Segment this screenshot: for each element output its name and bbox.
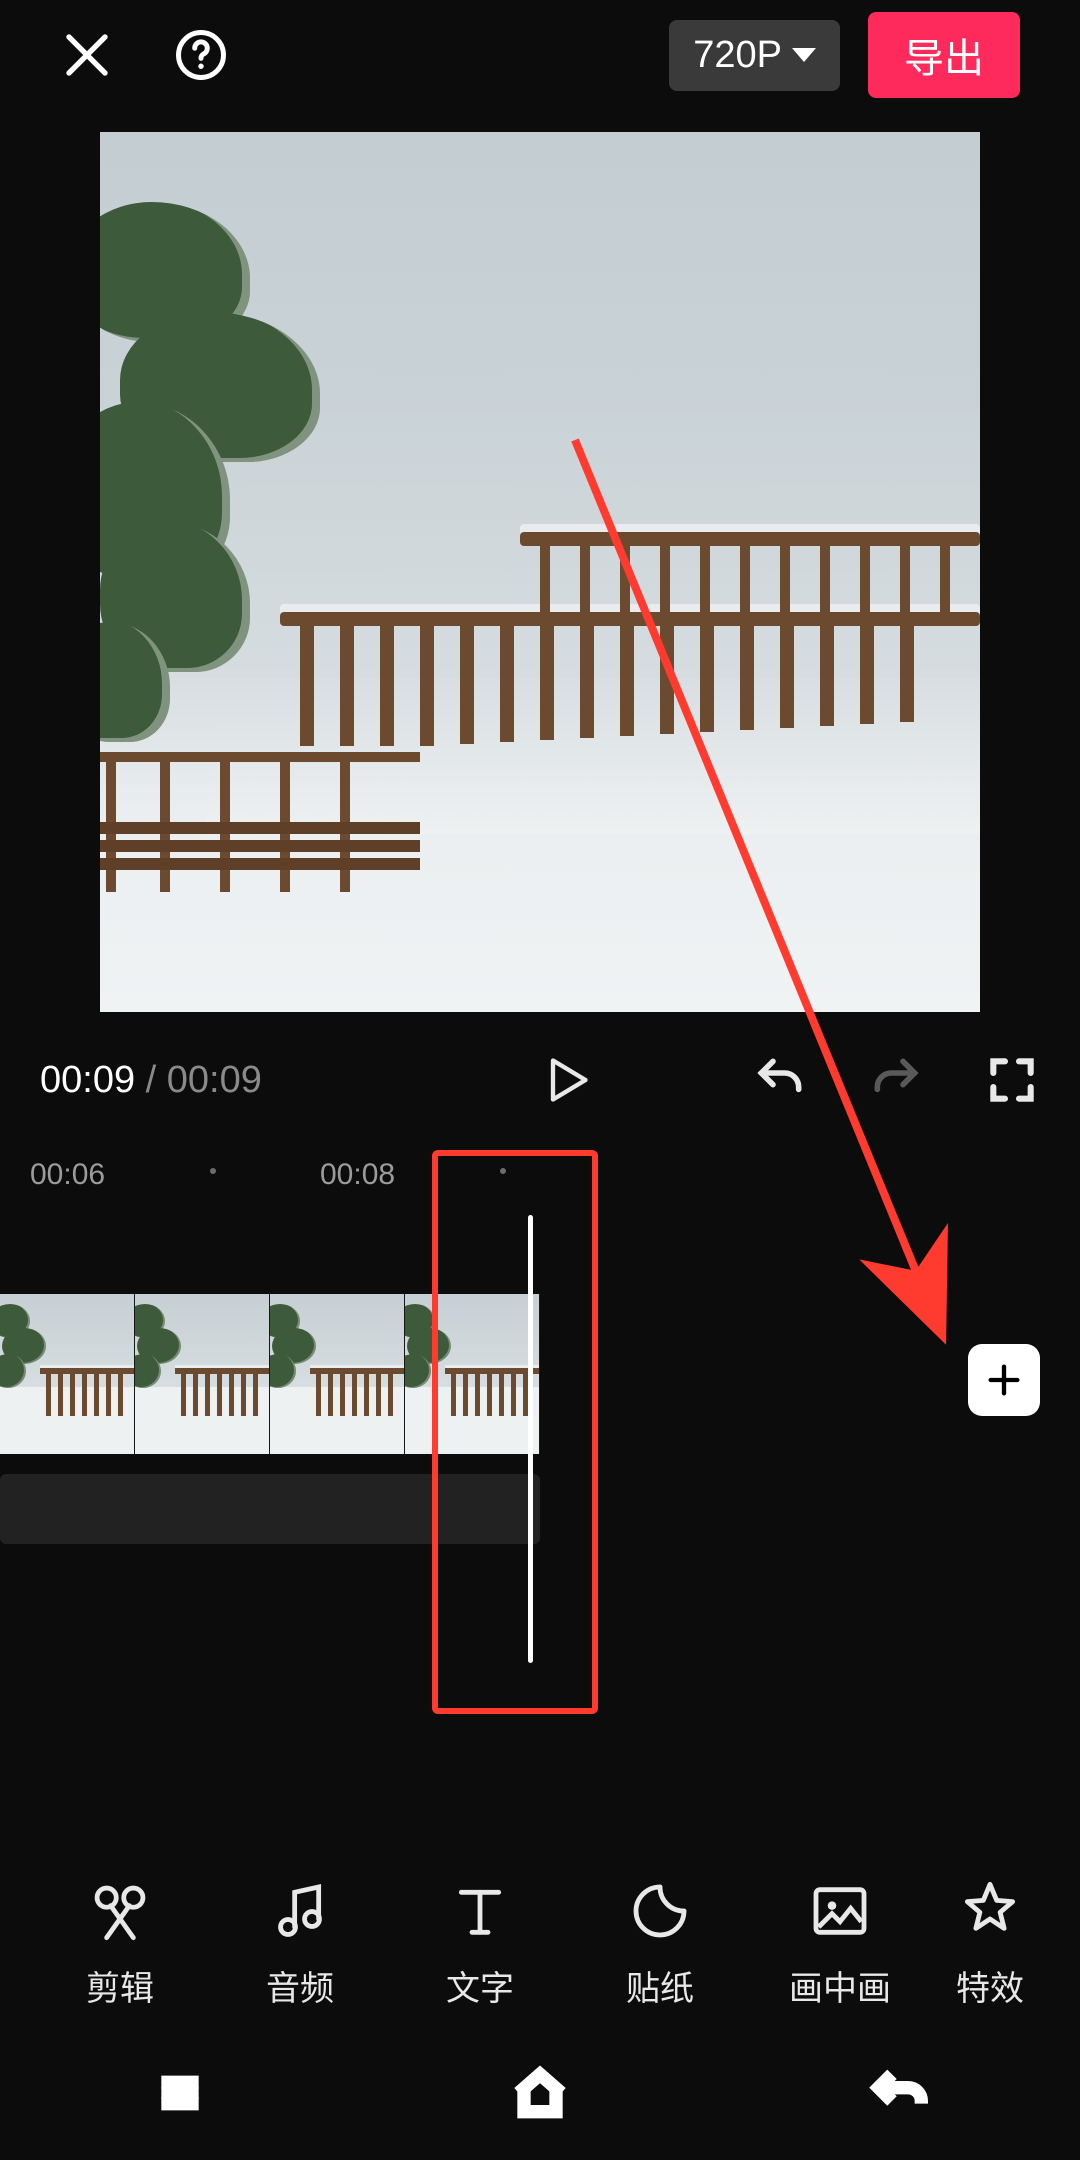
help-icon[interactable] (174, 28, 228, 82)
clip-thumb (0, 1294, 135, 1454)
video-preview[interactable] (100, 132, 980, 1012)
timeline-tracks[interactable] (0, 1224, 1080, 1604)
total-time: 00:09 (167, 1059, 262, 1101)
ruler-dot (500, 1168, 506, 1174)
preview-area (0, 132, 1080, 1012)
tool-text[interactable]: 文字 (390, 1879, 570, 2010)
tool-sticker[interactable]: 贴纸 (570, 1879, 750, 2010)
tool-label: 特效 (956, 1961, 1024, 2010)
add-clip-button[interactable] (968, 1344, 1040, 1416)
time-display: 00:09 / 00:09 (40, 1059, 262, 1102)
clip-thumb (405, 1294, 540, 1454)
close-icon[interactable] (60, 28, 114, 82)
ruler-tick: 00:06 (30, 1158, 105, 1192)
tool-pip[interactable]: 画中画 (750, 1879, 930, 2010)
ruler-dot (210, 1168, 216, 1174)
current-time: 00:09 (40, 1059, 135, 1101)
clip-thumb (135, 1294, 270, 1454)
tool-label: 剪辑 (86, 1961, 154, 2010)
tool-label: 音频 (266, 1961, 334, 2010)
resolution-label: 720P (693, 34, 782, 77)
top-bar: 720P 导出 (0, 0, 1080, 110)
clip-thumb (270, 1294, 405, 1454)
export-button[interactable]: 导出 (868, 12, 1020, 98)
play-icon[interactable] (540, 1054, 592, 1106)
playback-bar: 00:09 / 00:09 (0, 1012, 1080, 1138)
bottom-toolbar: 剪辑 音频 文字 贴纸 画中画 特效 (0, 1879, 1080, 2010)
tool-label: 画中画 (789, 1961, 891, 2010)
resolution-button[interactable]: 720P (669, 20, 840, 91)
fullscreen-icon[interactable] (984, 1052, 1040, 1108)
chevron-down-icon (792, 48, 816, 62)
nav-back-icon[interactable] (868, 2061, 932, 2130)
video-clip[interactable] (0, 1294, 540, 1454)
playhead[interactable] (528, 1215, 533, 1663)
nav-menu-icon[interactable] (148, 2061, 212, 2130)
redo-icon[interactable] (868, 1052, 924, 1108)
nav-home-icon[interactable] (508, 2061, 572, 2130)
timeline-ruler[interactable]: 00:06 00:08 (0, 1144, 1080, 1204)
tool-audio[interactable]: 音频 (210, 1879, 390, 2010)
system-nav (0, 2030, 1080, 2160)
export-label: 导出 (904, 37, 984, 81)
tool-edit[interactable]: 剪辑 (30, 1879, 210, 2010)
tool-effects[interactable]: 特效 (930, 1879, 1050, 2010)
tool-label: 贴纸 (626, 1961, 694, 2010)
undo-icon[interactable] (752, 1052, 808, 1108)
tool-label: 文字 (446, 1961, 514, 2010)
ruler-tick: 00:08 (320, 1158, 395, 1192)
audio-track[interactable] (0, 1474, 540, 1544)
